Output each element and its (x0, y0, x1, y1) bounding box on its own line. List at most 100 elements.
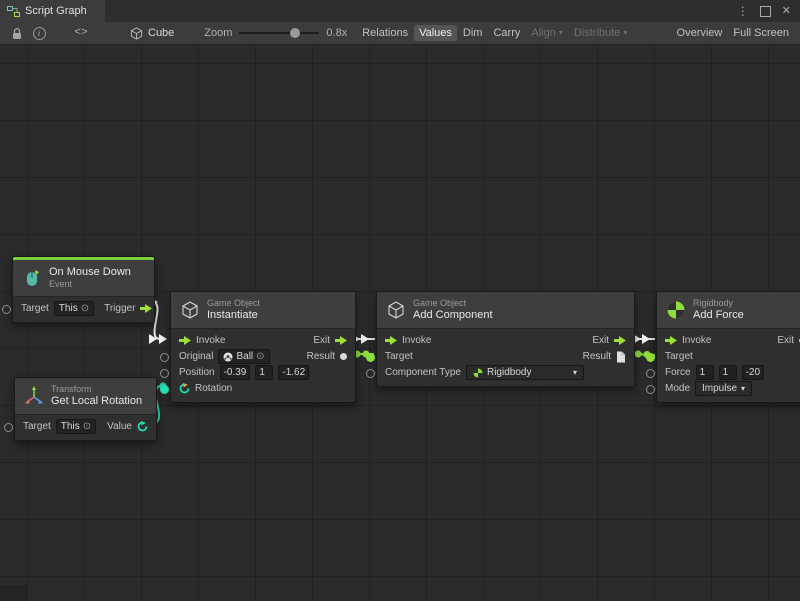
rigidbody-icon (666, 300, 686, 320)
code-view-button[interactable]: <> (70, 24, 92, 42)
object-picker-icon[interactable]: ⊙ (256, 352, 264, 362)
node-header[interactable]: Game Object Instantiate (171, 292, 355, 329)
result-label: Result (307, 351, 335, 362)
exit-label: Exit (313, 335, 330, 346)
chevron-down-icon: ▾ (573, 369, 577, 377)
node-header[interactable]: Game Object Add Component (377, 292, 634, 329)
position-input-port[interactable] (160, 369, 169, 378)
object-picker-icon[interactable]: ⊙ (83, 422, 91, 432)
relations-button[interactable]: Relations (357, 25, 413, 41)
result-output-port[interactable] (340, 353, 347, 360)
component-type-dropdown[interactable]: Rigidbody ▾ (466, 365, 584, 380)
target-object-field[interactable]: This ⊙ (56, 419, 96, 434)
node-add-force[interactable]: Rigidbody Add Force Invoke Exit Target (656, 291, 800, 403)
lock-button[interactable] (6, 24, 28, 42)
original-object-field[interactable]: Ball ⊙ (218, 349, 269, 364)
original-input-port[interactable] (160, 353, 169, 362)
exit-output-port[interactable] (614, 336, 626, 345)
values-button[interactable]: Values (414, 25, 457, 41)
node-get-local-rotation[interactable]: Transform Get Local Rotation Target This… (14, 377, 157, 441)
node-category: Game Object (207, 298, 260, 309)
row-target: Target (657, 349, 800, 365)
target-input-port[interactable] (366, 353, 375, 362)
invoke-label: Invoke (682, 335, 711, 346)
invoke-input-port[interactable] (385, 336, 397, 345)
component-type-input-port[interactable] (366, 369, 375, 378)
full-screen-button[interactable]: Full Screen (728, 25, 794, 41)
force-input-port[interactable] (646, 369, 655, 378)
invoke-input-port[interactable] (179, 336, 191, 345)
node-title: Instantiate (207, 309, 260, 322)
target-label: Target (23, 421, 51, 432)
zoom-slider[interactable] (239, 27, 319, 39)
graph-canvas[interactable]: On Mouse Down Event Target This ⊙ Trigge… (0, 45, 800, 601)
node-instantiate[interactable]: Game Object Instantiate Invoke Exit Orig… (170, 291, 356, 403)
value-label: Value (107, 421, 132, 432)
target-input-port[interactable] (646, 353, 655, 362)
node-header[interactable]: On Mouse Down Event (13, 260, 154, 297)
invoke-input-port[interactable] (665, 336, 677, 345)
node-header[interactable]: Transform Get Local Rotation (15, 378, 156, 415)
menu-kebab-icon[interactable]: ⋮ (737, 5, 749, 17)
tab-script-graph[interactable]: Script Graph (0, 0, 105, 22)
row-target: Target This ⊙ Trigger (13, 301, 154, 317)
mode-dropdown[interactable]: Impulse ▾ (695, 381, 752, 396)
invoke-label: Invoke (402, 335, 431, 346)
force-y-field[interactable]: 1 (719, 365, 737, 380)
target-input-port[interactable] (4, 423, 13, 432)
transform-icon (24, 386, 44, 406)
close-icon[interactable]: ✕ (782, 6, 791, 17)
exit-output-port[interactable] (335, 336, 347, 345)
zoom-slider-handle[interactable] (290, 28, 300, 38)
target-label: Target (21, 303, 49, 314)
dim-button[interactable]: Dim (458, 25, 488, 41)
force-x-field[interactable]: 1 (696, 365, 714, 380)
exit-label: Exit (777, 335, 794, 346)
node-title: Get Local Rotation (51, 395, 142, 408)
rotation-value-output-port[interactable] (137, 421, 148, 432)
zoom-label: Zoom (204, 27, 232, 39)
row-position: Position -0.39 1 -1.62 (171, 365, 355, 381)
node-title: On Mouse Down (49, 266, 131, 279)
node-category: Game Object (413, 298, 493, 309)
align-button[interactable]: Align▾ (526, 25, 567, 41)
node-on-mouse-down[interactable]: On Mouse Down Event Target This ⊙ Trigge… (12, 256, 155, 323)
tab-title: Script Graph (25, 5, 87, 17)
distribute-button[interactable]: Distribute▾ (569, 25, 632, 41)
position-y-field[interactable]: 1 (255, 365, 273, 380)
mouse-event-icon (22, 268, 42, 288)
position-label: Position (179, 367, 215, 378)
maximize-icon[interactable] (760, 6, 771, 17)
target-object-field[interactable]: This ⊙ (54, 301, 94, 316)
info-icon: i (33, 27, 46, 40)
position-x-field[interactable]: -0.39 (220, 365, 251, 380)
node-category: Transform (51, 384, 142, 395)
graph-toolbar: i <> Cube Zoom 0.8x Relations Values Dim… (0, 22, 800, 45)
row-invoke: Invoke Exit (657, 333, 800, 349)
ball-icon (223, 352, 233, 362)
node-title: Add Component (413, 309, 493, 322)
force-z-field[interactable]: -20 (742, 365, 764, 380)
rigidbody-icon (473, 368, 483, 378)
overview-button[interactable]: Overview (672, 25, 728, 41)
target-input-port[interactable] (2, 305, 11, 314)
position-z-field[interactable]: -1.62 (278, 365, 309, 380)
zoom-control: Zoom 0.8x (204, 27, 347, 39)
graph-context-breadcrumb[interactable]: Cube (130, 27, 174, 40)
object-picker-icon[interactable]: ⊙ (81, 304, 89, 314)
code-icon: <> (74, 27, 87, 39)
mode-input-port[interactable] (646, 385, 655, 394)
game-object-icon (180, 300, 200, 320)
component-type-label: Component Type (385, 367, 461, 378)
chevron-down-icon: ▾ (559, 29, 563, 37)
component-result-port[interactable] (616, 351, 626, 363)
lock-icon (11, 27, 23, 40)
info-button[interactable]: i (28, 24, 50, 42)
script-graph-icon (7, 5, 20, 18)
carry-button[interactable]: Carry (488, 25, 525, 41)
rotation-input-port[interactable] (160, 385, 169, 394)
chevron-down-icon: ▾ (623, 29, 627, 37)
node-header[interactable]: Rigidbody Add Force (657, 292, 800, 329)
node-add-component[interactable]: Game Object Add Component Invoke Exit Ta… (376, 291, 635, 387)
trigger-output-port[interactable] (140, 304, 152, 313)
